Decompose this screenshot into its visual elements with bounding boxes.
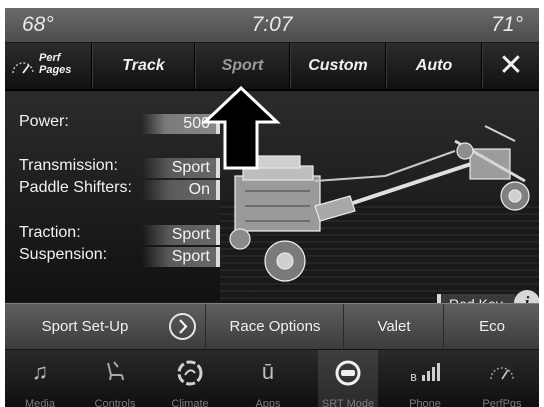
tab-auto[interactable]: Auto bbox=[385, 43, 482, 89]
music-note-icon: ♫ bbox=[31, 359, 49, 384]
dock-controls[interactable]: Controls bbox=[85, 350, 145, 407]
clock: 7:07 bbox=[251, 13, 293, 36]
perf-pages-icon bbox=[472, 359, 532, 385]
apps-icon: ū bbox=[261, 359, 275, 384]
perf-pages-button[interactable]: Perf Pages bbox=[5, 43, 91, 89]
perf-pages-label-2: Pages bbox=[39, 64, 72, 76]
seat-controls-icon bbox=[85, 359, 145, 385]
sport-setup-button[interactable]: Sport Set-Up bbox=[5, 304, 165, 349]
suspension-value[interactable]: Sport bbox=[142, 247, 220, 267]
perf-pages-label-1: Perf bbox=[39, 52, 61, 64]
race-options-button[interactable]: Race Options bbox=[205, 304, 344, 349]
dock-phone[interactable]: ʙ Phone bbox=[395, 350, 455, 407]
eco-button[interactable]: Eco bbox=[443, 304, 539, 349]
dock-media[interactable]: ♫ Media bbox=[10, 350, 70, 407]
status-bar: 68° 7:07 71° bbox=[5, 8, 539, 42]
chevron-right-icon[interactable] bbox=[169, 313, 196, 340]
paddle-shifters-value[interactable]: On bbox=[142, 180, 220, 200]
gauge-icon bbox=[12, 62, 34, 74]
power-label: Power: bbox=[19, 113, 69, 130]
climate-icon bbox=[160, 359, 220, 386]
dock-perf-pages[interactable]: PerfPgs bbox=[472, 350, 532, 407]
inside-temperature: 71° bbox=[491, 13, 523, 36]
traction-label: Traction: bbox=[19, 224, 81, 241]
up-arrow-icon bbox=[201, 86, 281, 170]
drive-mode-tabs: Perf Pages Track Sport Custom Auto ✕ bbox=[5, 43, 539, 91]
bottom-dock: ♫ Media Controls Climate ū Apps SRT Mode bbox=[5, 350, 539, 407]
uconnect-screen: 68° 7:07 71° Perf Pages Track Sport Cust… bbox=[5, 8, 539, 407]
tab-sport[interactable]: Sport bbox=[194, 43, 290, 89]
valet-button[interactable]: Valet bbox=[343, 304, 444, 349]
dock-srt-mode[interactable]: SRT Mode bbox=[318, 350, 378, 407]
srt-steering-icon bbox=[318, 359, 378, 386]
phone-bluetooth-icon: ʙ bbox=[395, 359, 455, 385]
tab-custom[interactable]: Custom bbox=[289, 43, 386, 89]
suspension-label: Suspension: bbox=[19, 246, 108, 263]
tab-track[interactable]: Track bbox=[91, 43, 195, 89]
close-button[interactable]: ✕ bbox=[481, 43, 539, 89]
svg-text:ʙ: ʙ bbox=[410, 370, 417, 383]
options-bar: Sport Set-Up Race Options Valet Eco bbox=[5, 303, 539, 349]
dock-climate[interactable]: Climate bbox=[160, 350, 220, 407]
traction-value[interactable]: Sport bbox=[142, 225, 220, 245]
transmission-label: Transmission: bbox=[19, 157, 118, 174]
paddle-shifters-label: Paddle Shifters: bbox=[19, 179, 132, 196]
dock-apps[interactable]: ū Apps bbox=[238, 350, 298, 407]
